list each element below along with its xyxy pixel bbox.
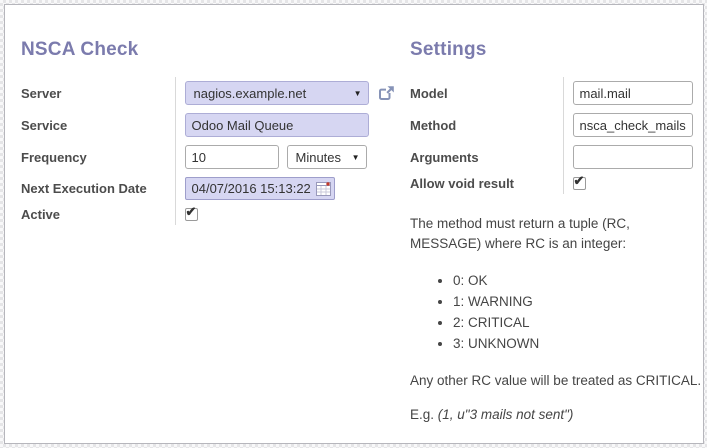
external-link-icon bbox=[377, 84, 396, 102]
chevron-down-icon: ▼ bbox=[354, 89, 362, 98]
next-execution-date-label: Next Execution Date bbox=[21, 173, 175, 204]
field-row-arguments: Arguments bbox=[410, 141, 693, 173]
return-code-item: 0: OK bbox=[453, 271, 704, 291]
server-select[interactable]: nagios.example.net ▼ bbox=[185, 81, 369, 105]
method-label: Method bbox=[410, 109, 563, 141]
active-label: Active bbox=[21, 204, 175, 225]
field-row-model: Model bbox=[410, 77, 693, 109]
field-row-method: Method bbox=[410, 109, 693, 141]
check-icon: ✔ bbox=[186, 207, 197, 217]
settings-field-group: Model Method Arguments bbox=[410, 77, 693, 194]
service-input[interactable] bbox=[185, 113, 369, 137]
method-help-text: The method must return a tuple (RC, MESS… bbox=[410, 214, 704, 425]
frequency-unit-value: Minutes bbox=[296, 150, 342, 165]
model-label: Model bbox=[410, 77, 563, 109]
frequency-unit-select[interactable]: Minutes ▼ bbox=[287, 145, 367, 169]
server-select-value: nagios.example.net bbox=[194, 86, 307, 101]
service-label: Service bbox=[21, 109, 175, 141]
form-panel: NSCA Check Server nagios.example.net ▼ bbox=[4, 4, 704, 444]
return-code-item: 3: UNKNOWN bbox=[453, 334, 704, 354]
field-row-active: Active ✔ bbox=[21, 204, 396, 225]
field-row-service: Service bbox=[21, 109, 396, 141]
next-execution-date-value: 04/07/2016 15:13:22 bbox=[192, 181, 311, 196]
help-example-value: (1, u"3 mails not sent") bbox=[438, 407, 574, 422]
return-code-item: 2: CRITICAL bbox=[453, 313, 704, 333]
help-intro: The method must return a tuple (RC, MESS… bbox=[410, 214, 704, 255]
field-row-server: Server nagios.example.net ▼ bbox=[21, 77, 396, 109]
settings-section: Settings Model Method bbox=[410, 39, 704, 439]
frequency-input[interactable] bbox=[185, 145, 279, 169]
server-label: Server bbox=[21, 77, 175, 109]
help-example-prefix: E.g. bbox=[410, 407, 438, 422]
allow-void-result-checkbox[interactable]: ✔ bbox=[573, 177, 586, 190]
arguments-input[interactable] bbox=[573, 145, 693, 169]
screenshot-background: NSCA Check Server nagios.example.net ▼ bbox=[0, 0, 707, 448]
nsca-check-section: NSCA Check Server nagios.example.net ▼ bbox=[21, 39, 410, 439]
field-row-frequency: Frequency Minutes ▼ bbox=[21, 141, 396, 173]
nsca-check-title: NSCA Check bbox=[21, 39, 410, 61]
allow-void-result-label: Allow void result bbox=[410, 173, 563, 194]
settings-title: Settings bbox=[410, 39, 704, 61]
field-row-next-execution-date: Next Execution Date 04/07/2016 15:13:22 bbox=[21, 173, 396, 204]
frequency-label: Frequency bbox=[21, 141, 175, 173]
chevron-down-icon: ▼ bbox=[352, 153, 360, 162]
check-icon: ✔ bbox=[574, 176, 585, 186]
calendar-icon[interactable] bbox=[316, 181, 331, 196]
model-input[interactable] bbox=[573, 81, 693, 105]
active-checkbox[interactable]: ✔ bbox=[185, 208, 198, 221]
nsca-check-field-group: Server nagios.example.net ▼ bbox=[21, 77, 396, 225]
help-example: E.g. (1, u"3 mails not sent") bbox=[410, 405, 704, 425]
field-row-allow-void-result: Allow void result ✔ bbox=[410, 173, 693, 194]
form-sheet: NSCA Check Server nagios.example.net ▼ bbox=[5, 5, 703, 439]
return-code-list: 0: OK 1: WARNING 2: CRITICAL 3: UNKNOWN bbox=[410, 271, 704, 355]
next-execution-date-input[interactable]: 04/07/2016 15:13:22 bbox=[185, 177, 335, 200]
open-record-icon[interactable] bbox=[377, 84, 396, 102]
arguments-label: Arguments bbox=[410, 141, 563, 173]
return-code-item: 1: WARNING bbox=[453, 292, 704, 312]
method-input[interactable] bbox=[573, 113, 693, 137]
help-critical-note: Any other RC value will be treated as CR… bbox=[410, 371, 704, 391]
